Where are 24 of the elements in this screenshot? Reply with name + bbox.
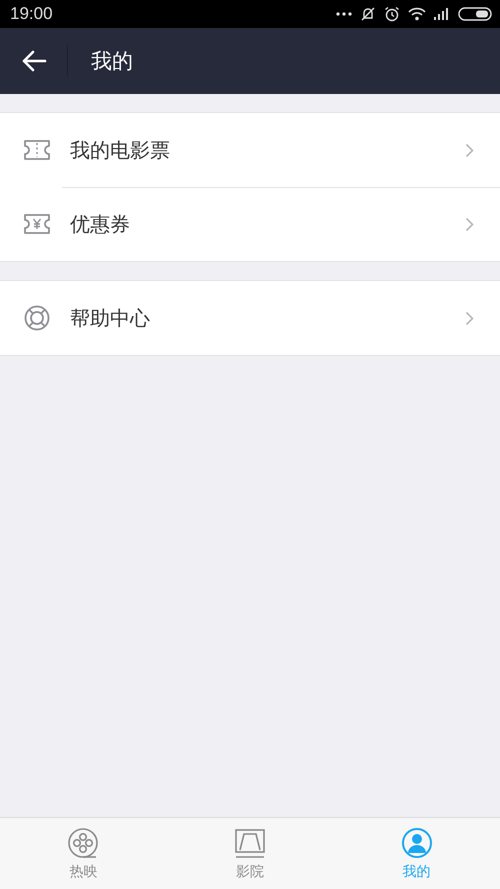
- screen-icon: [233, 826, 267, 860]
- chevron-right-icon: [465, 216, 474, 232]
- more-dots-icon: [336, 11, 352, 17]
- battery-icon: [458, 7, 492, 21]
- back-arrow-icon[interactable]: [21, 50, 47, 72]
- menu-label: 帮助中心: [70, 304, 151, 332]
- film-reel-icon: [66, 826, 100, 860]
- lifebuoy-icon: [24, 305, 50, 331]
- status-time: 19:00: [10, 4, 53, 24]
- user-icon: [400, 826, 434, 860]
- chevron-right-icon: [465, 142, 474, 158]
- menu-item[interactable]: 我的电影票: [0, 113, 500, 187]
- menu-item[interactable]: 帮助中心: [0, 281, 500, 355]
- menu-label: 优惠券: [70, 210, 131, 238]
- wifi-icon: [408, 7, 426, 21]
- menu-label: 我的电影票: [70, 136, 171, 164]
- menu-item[interactable]: 优惠券: [0, 187, 500, 261]
- coupon-icon: [23, 213, 51, 235]
- page-title: 我的: [91, 48, 133, 75]
- alarm-icon: [384, 6, 400, 22]
- signal-icon: [434, 8, 450, 20]
- muted-bell-icon: [360, 6, 376, 22]
- ticket-icon: [23, 139, 51, 161]
- chevron-right-icon: [465, 310, 474, 326]
